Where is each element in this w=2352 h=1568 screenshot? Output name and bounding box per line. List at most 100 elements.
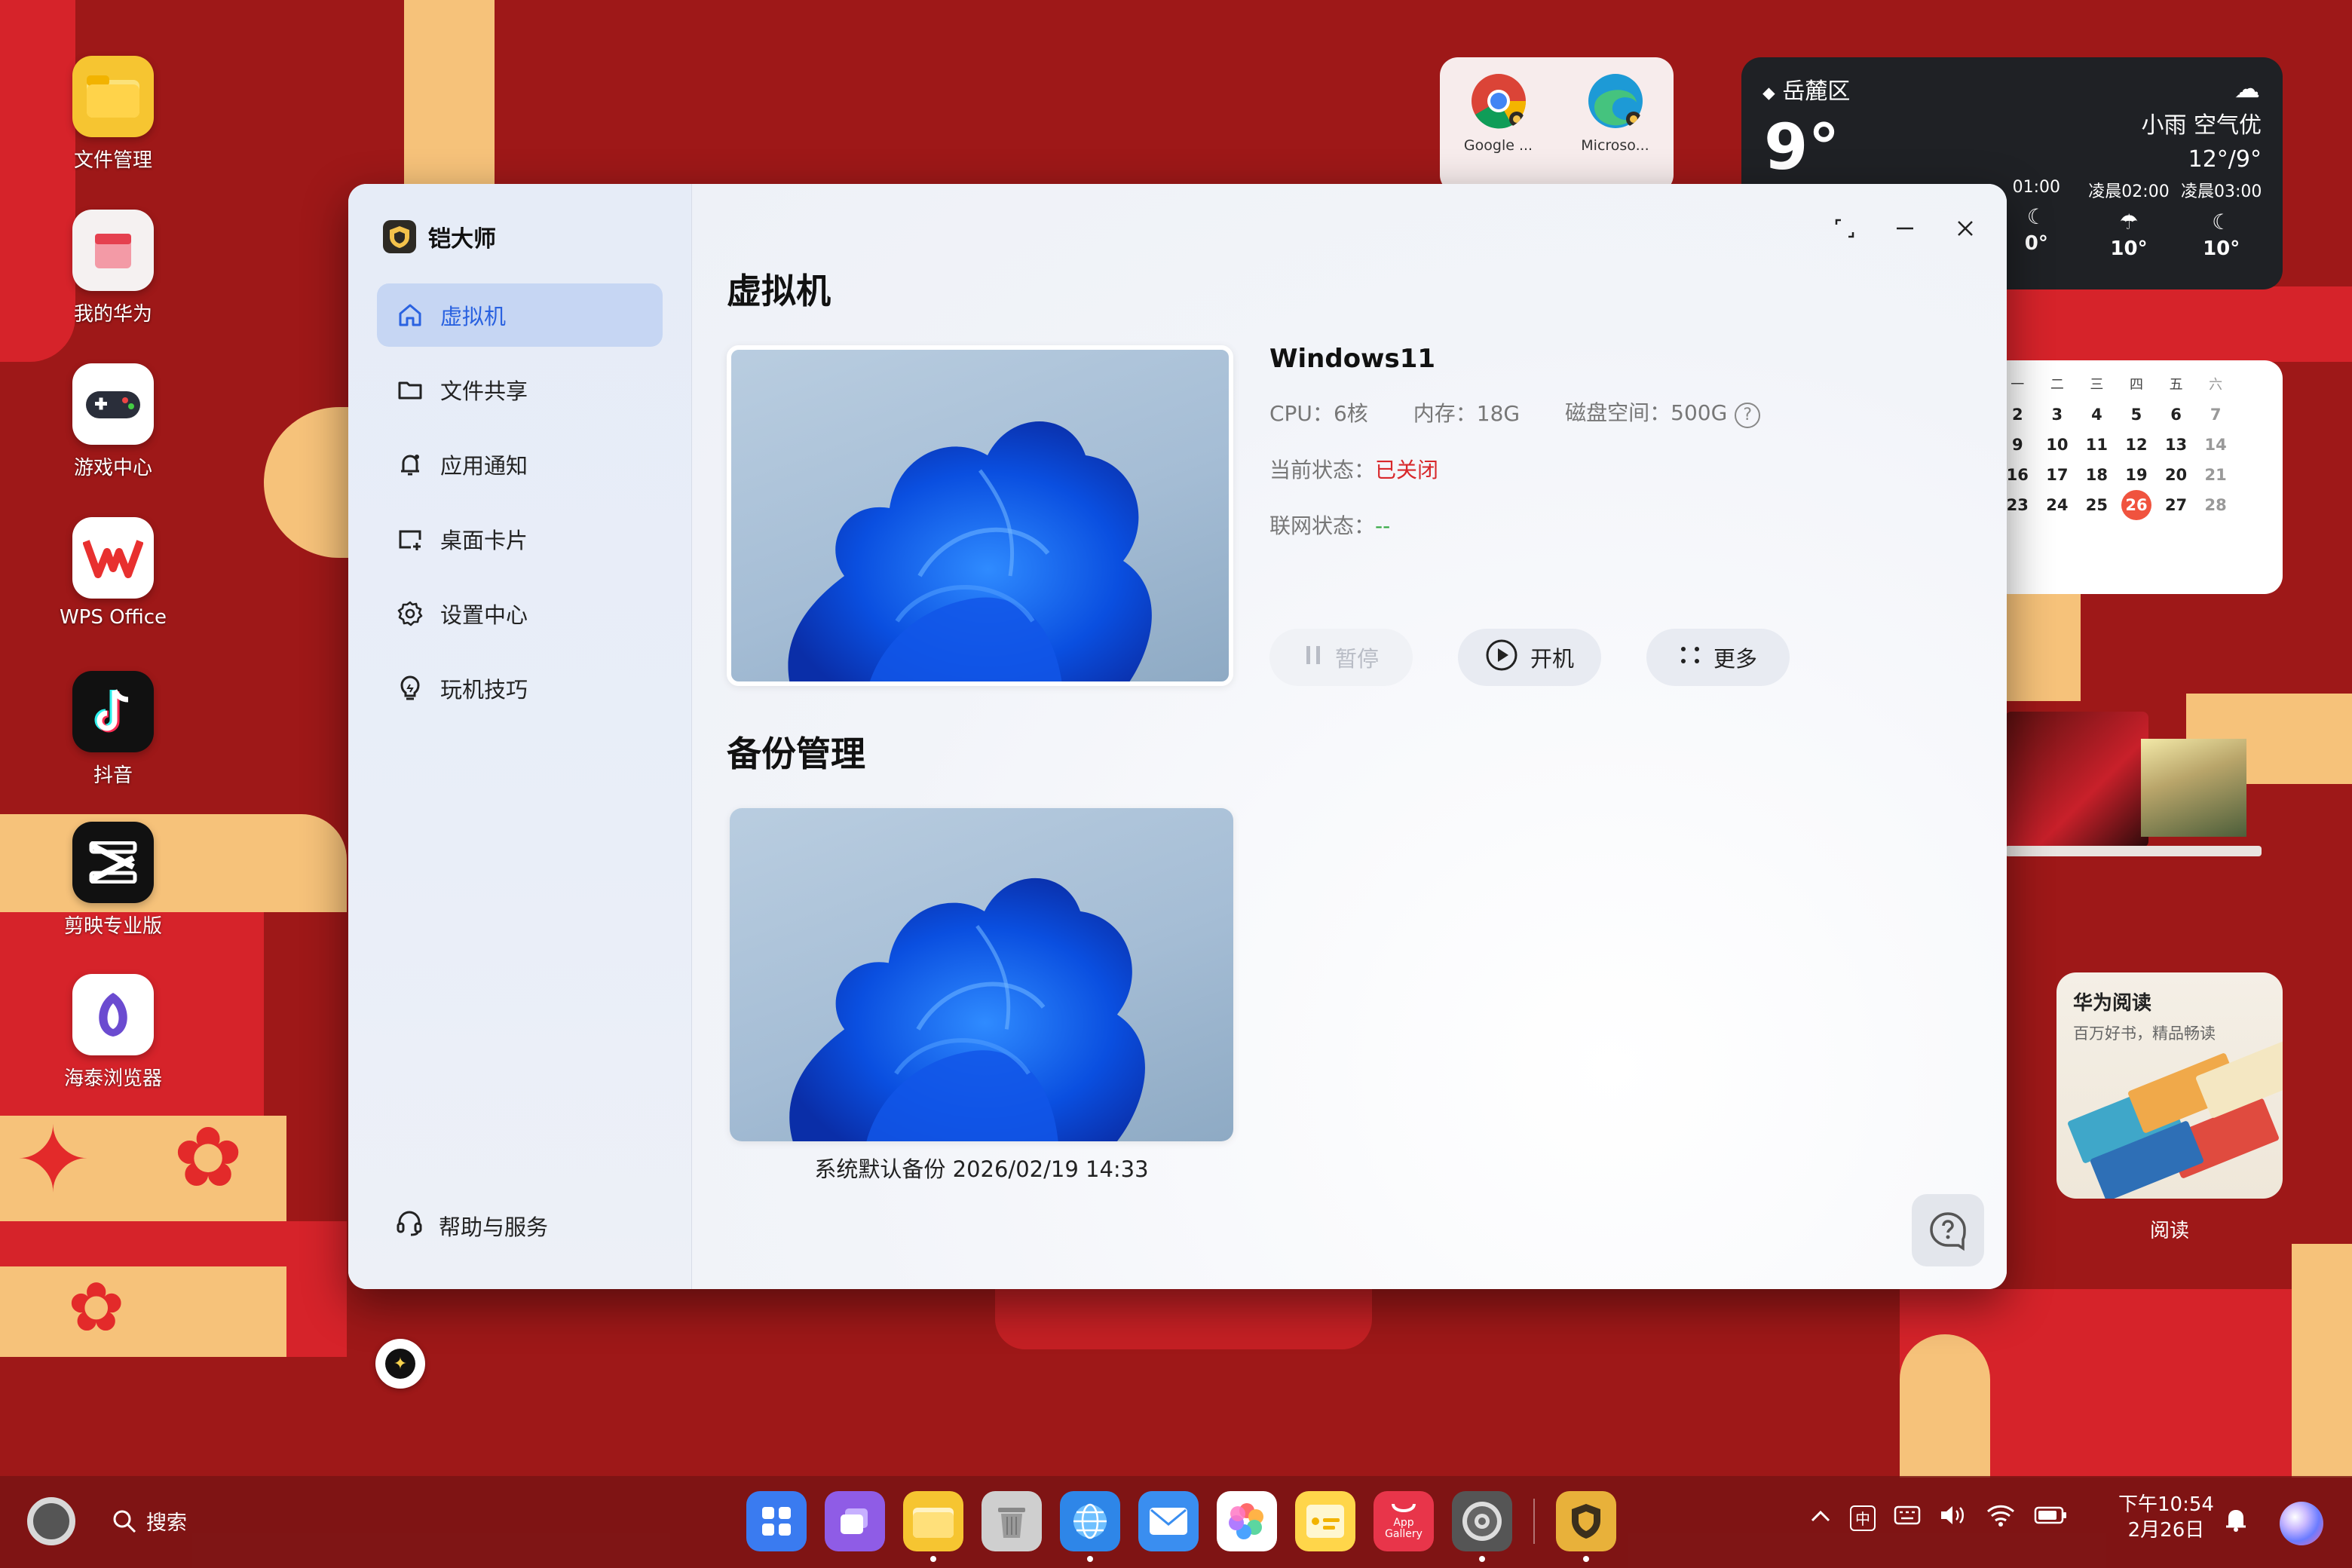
desktop-icon-haitai-browser[interactable]: 海泰浏览器	[38, 974, 188, 1091]
volume-icon[interactable]	[1939, 1504, 1968, 1532]
more-label: 更多	[1713, 646, 1757, 672]
desktop-icon-game-center[interactable]: 游戏中心	[38, 363, 188, 480]
browser-widget: Google ... Microso...	[1440, 57, 1674, 193]
taskbar-search[interactable]: 搜索	[112, 1506, 187, 1536]
calendar-widget[interactable]: 一 二 三 四 五 六 2 3 4 5 6 7 9 10 11 12 13 14…	[1990, 360, 2283, 594]
calendar-day[interactable]: 12	[2117, 436, 2157, 454]
kaidashi-icon	[1572, 1504, 1600, 1539]
wifi-icon[interactable]	[1986, 1503, 2016, 1533]
more-button[interactable]: 更多	[1646, 629, 1790, 686]
chrome-icon	[1471, 74, 1526, 129]
calendar-day[interactable]: 7	[2196, 406, 2236, 424]
close-icon[interactable]	[1954, 217, 1977, 240]
taskbar-app-files[interactable]	[903, 1491, 963, 1562]
chevron-up-icon[interactable]	[1809, 1505, 1832, 1530]
calendar-day[interactable]: 17	[2038, 466, 2078, 484]
calendar-day[interactable]: 19	[2117, 466, 2157, 484]
sidebar-item-vm[interactable]: 虚拟机	[377, 283, 663, 347]
fullscreen-icon[interactable]	[1833, 217, 1856, 240]
rain-cloud-icon: ☂	[2119, 210, 2139, 234]
wallpaper-flower: ✿	[68, 1268, 125, 1347]
weather-hour: 凌晨02:00 ☂ 10°	[2083, 178, 2176, 260]
start-button[interactable]	[27, 1497, 75, 1545]
calendar-day[interactable]: 25	[2077, 496, 2117, 520]
calendar-day[interactable]: 11	[2077, 436, 2117, 454]
ime-indicator[interactable]: 中	[1850, 1505, 1876, 1531]
calendar-day[interactable]: 21	[2196, 466, 2236, 484]
multiwindow-icon	[841, 1508, 868, 1534]
taskbar-clock[interactable]: 下午10:54 2月26日	[2118, 1493, 2214, 1544]
vm-section-title: 虚拟机	[727, 271, 831, 311]
calendar-day[interactable]: 3	[2038, 406, 2078, 424]
running-indicator	[1583, 1556, 1589, 1562]
vm-cpu: CPU：6核	[1269, 397, 1368, 427]
desktop-icon-file-manager[interactable]: 文件管理	[38, 56, 188, 173]
widget-app-edge[interactable]: Microso...	[1563, 72, 1668, 193]
sidebar-item-app-notify[interactable]: 应用通知	[377, 433, 663, 496]
desktop-icon-label: 剪映专业版	[63, 915, 162, 938]
help-and-service[interactable]: 帮助与服务	[395, 1208, 548, 1242]
calendar-day[interactable]: 5	[2117, 406, 2157, 424]
taskbar-app-kaidashi[interactable]	[1556, 1491, 1616, 1562]
taskbar-app-settings[interactable]	[1452, 1491, 1512, 1562]
keyboard-icon[interactable]	[1894, 1504, 1921, 1532]
reading-title: 华为阅读	[2073, 992, 2152, 1015]
calendar-day[interactable]: 28	[2196, 496, 2236, 520]
weather-temperature: 9°	[1764, 110, 1840, 184]
calendar-day[interactable]: 4	[2077, 406, 2117, 424]
home-icon	[395, 300, 425, 330]
question-icon[interactable]: ?	[1735, 402, 1761, 428]
calendar-grid: 一 二 三 四 五 六 2 3 4 5 6 7 9 10 11 12 13 14…	[1998, 374, 2275, 520]
taskbar-app-mail[interactable]	[1138, 1491, 1199, 1551]
help-fab-button[interactable]	[1912, 1194, 1984, 1266]
edge-icon	[1588, 74, 1643, 128]
music-widget[interactable]	[2005, 709, 2262, 859]
battery-icon[interactable]	[2034, 1505, 2067, 1530]
desktop-icon-douyin[interactable]: 抖音	[38, 671, 188, 788]
calendar-day[interactable]: 6	[2156, 406, 2196, 424]
desktop-icon-my-huawei[interactable]: 我的华为	[38, 210, 188, 326]
sidebar-item-file-share[interactable]: 文件共享	[377, 358, 663, 421]
vm-thumbnail[interactable]	[727, 345, 1233, 686]
assistant-orb-icon[interactable]	[2280, 1502, 2323, 1545]
calendar-day[interactable]: 10	[2038, 436, 2078, 454]
backup-caption: 系统默认备份 2026/02/19 14:33	[814, 1156, 1149, 1182]
sidebar-item-settings[interactable]: 设置中心	[377, 582, 663, 645]
book-cover	[2194, 1037, 2283, 1119]
backup-thumbnail[interactable]	[730, 808, 1233, 1141]
huawei-box-icon	[72, 210, 154, 291]
calendar-day-today[interactable]: 26	[2121, 490, 2151, 520]
power-on-button[interactable]: 开机	[1458, 629, 1601, 686]
vm-name: Windows11	[1269, 344, 1436, 374]
widget-app-chrome[interactable]: Google ...	[1446, 72, 1551, 193]
calendar-day[interactable]: 20	[2156, 466, 2196, 484]
taskbar-app-trash[interactable]	[982, 1491, 1042, 1551]
cloud-icon: ☁	[2234, 74, 2260, 104]
taskbar-app-appgallery[interactable]: App Gallery	[1374, 1491, 1434, 1551]
calendar-day[interactable]: 13	[2156, 436, 2196, 454]
clock-date: 2月26日	[2127, 1518, 2205, 1542]
sidebar-item-desktop-card[interactable]: 桌面卡片	[377, 507, 663, 571]
desktop-icon-wps[interactable]: WPS Office	[38, 517, 188, 629]
taskbar-apps: App Gallery	[746, 1491, 1616, 1562]
pause-button[interactable]: 暂停	[1269, 629, 1413, 686]
calendar-day[interactable]: 27	[2156, 496, 2196, 520]
calendar-day[interactable]: 18	[2077, 466, 2117, 484]
sidebar-item-tips[interactable]: 玩机技巧	[377, 657, 663, 720]
minimize-icon[interactable]	[1894, 217, 1916, 240]
taskbar-app-grid[interactable]	[746, 1491, 807, 1551]
notification-bell-icon[interactable]	[2224, 1506, 2248, 1539]
desktop-icon-capcut[interactable]: 剪映专业版	[38, 822, 188, 939]
taskbar-app-notes[interactable]	[1295, 1491, 1355, 1551]
files-icon	[913, 1508, 954, 1538]
calendar-day[interactable]: 14	[2196, 436, 2236, 454]
calendar-day[interactable]: 24	[2038, 496, 2078, 520]
vm-network-label: 联网状态：	[1269, 513, 1376, 538]
floating-assistant-ball[interactable]: ✦	[375, 1339, 425, 1389]
app-window: 铠大师 虚拟机 文件共享 应用通知 桌面卡片 设置中心 玩机技巧 帮助与服务 虚…	[348, 184, 2007, 1289]
taskbar-app-gallery[interactable]	[1217, 1491, 1277, 1551]
desktop-icon-label: 文件管理	[73, 149, 152, 172]
taskbar-app-multiwindow[interactable]	[825, 1491, 885, 1551]
taskbar-app-browser[interactable]	[1060, 1491, 1120, 1562]
reading-widget[interactable]: 华为阅读 百万好书，精品畅读	[2056, 972, 2283, 1199]
